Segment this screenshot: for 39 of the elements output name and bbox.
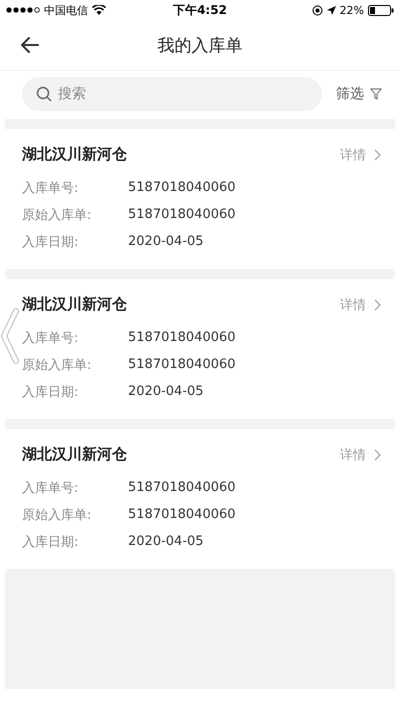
field-value: 5187018040060: [128, 180, 236, 195]
search-field[interactable]: 搜索: [22, 77, 322, 111]
field-value: 5187018040060: [128, 207, 236, 222]
field-label: 原始入库单:: [22, 356, 92, 374]
details-link[interactable]: 详情: [340, 446, 381, 464]
field-label: 入库日期:: [22, 384, 80, 400]
wifi-icon: [92, 5, 106, 15]
field-label: 入库日期:: [22, 234, 80, 250]
warehouse-name: 湖北汉川新河仓: [22, 145, 127, 164]
battery-icon: [368, 4, 394, 16]
chevron-right-icon: [374, 148, 381, 160]
filter-icon: [370, 88, 382, 100]
lock-rotation-icon: [312, 4, 323, 16]
battery-percent: 22%: [340, 4, 364, 16]
field-value: 5187018040060: [128, 357, 236, 372]
location-arrow-icon: [326, 6, 336, 14]
details-link[interactable]: 详情: [340, 296, 381, 314]
field-value: 2020-04-05: [128, 234, 204, 249]
field-label: 原始入库单:: [22, 206, 92, 224]
field-value: 5187018040060: [128, 330, 236, 345]
carrier-name: 中国电信: [44, 2, 88, 18]
field-label: 入库单号:: [22, 330, 80, 346]
field-label: 入库日期:: [22, 534, 80, 550]
field-value: 5187018040060: [128, 480, 236, 495]
details-link[interactable]: 详情: [340, 146, 381, 164]
field-label: 入库单号:: [22, 180, 80, 196]
filter-button[interactable]: 筛选: [332, 81, 386, 107]
page-title: 我的入库单: [158, 34, 242, 56]
field-value: 5187018040060: [128, 507, 236, 522]
warehouse-name: 湖北汉川新河仓: [22, 295, 127, 314]
field-label: 原始入库单:: [22, 506, 92, 524]
field-value: 2020-04-05: [128, 534, 204, 549]
field-value: 2020-04-05: [128, 384, 204, 399]
warehouse-name: 湖北汉川新河仓: [22, 445, 127, 464]
chevron-right-icon: [374, 448, 381, 460]
chevron-right-icon: [374, 298, 381, 310]
field-label: 入库单号:: [22, 480, 80, 496]
signal-icon: [6, 7, 40, 13]
clock-time: 下午4:52: [173, 2, 227, 18]
